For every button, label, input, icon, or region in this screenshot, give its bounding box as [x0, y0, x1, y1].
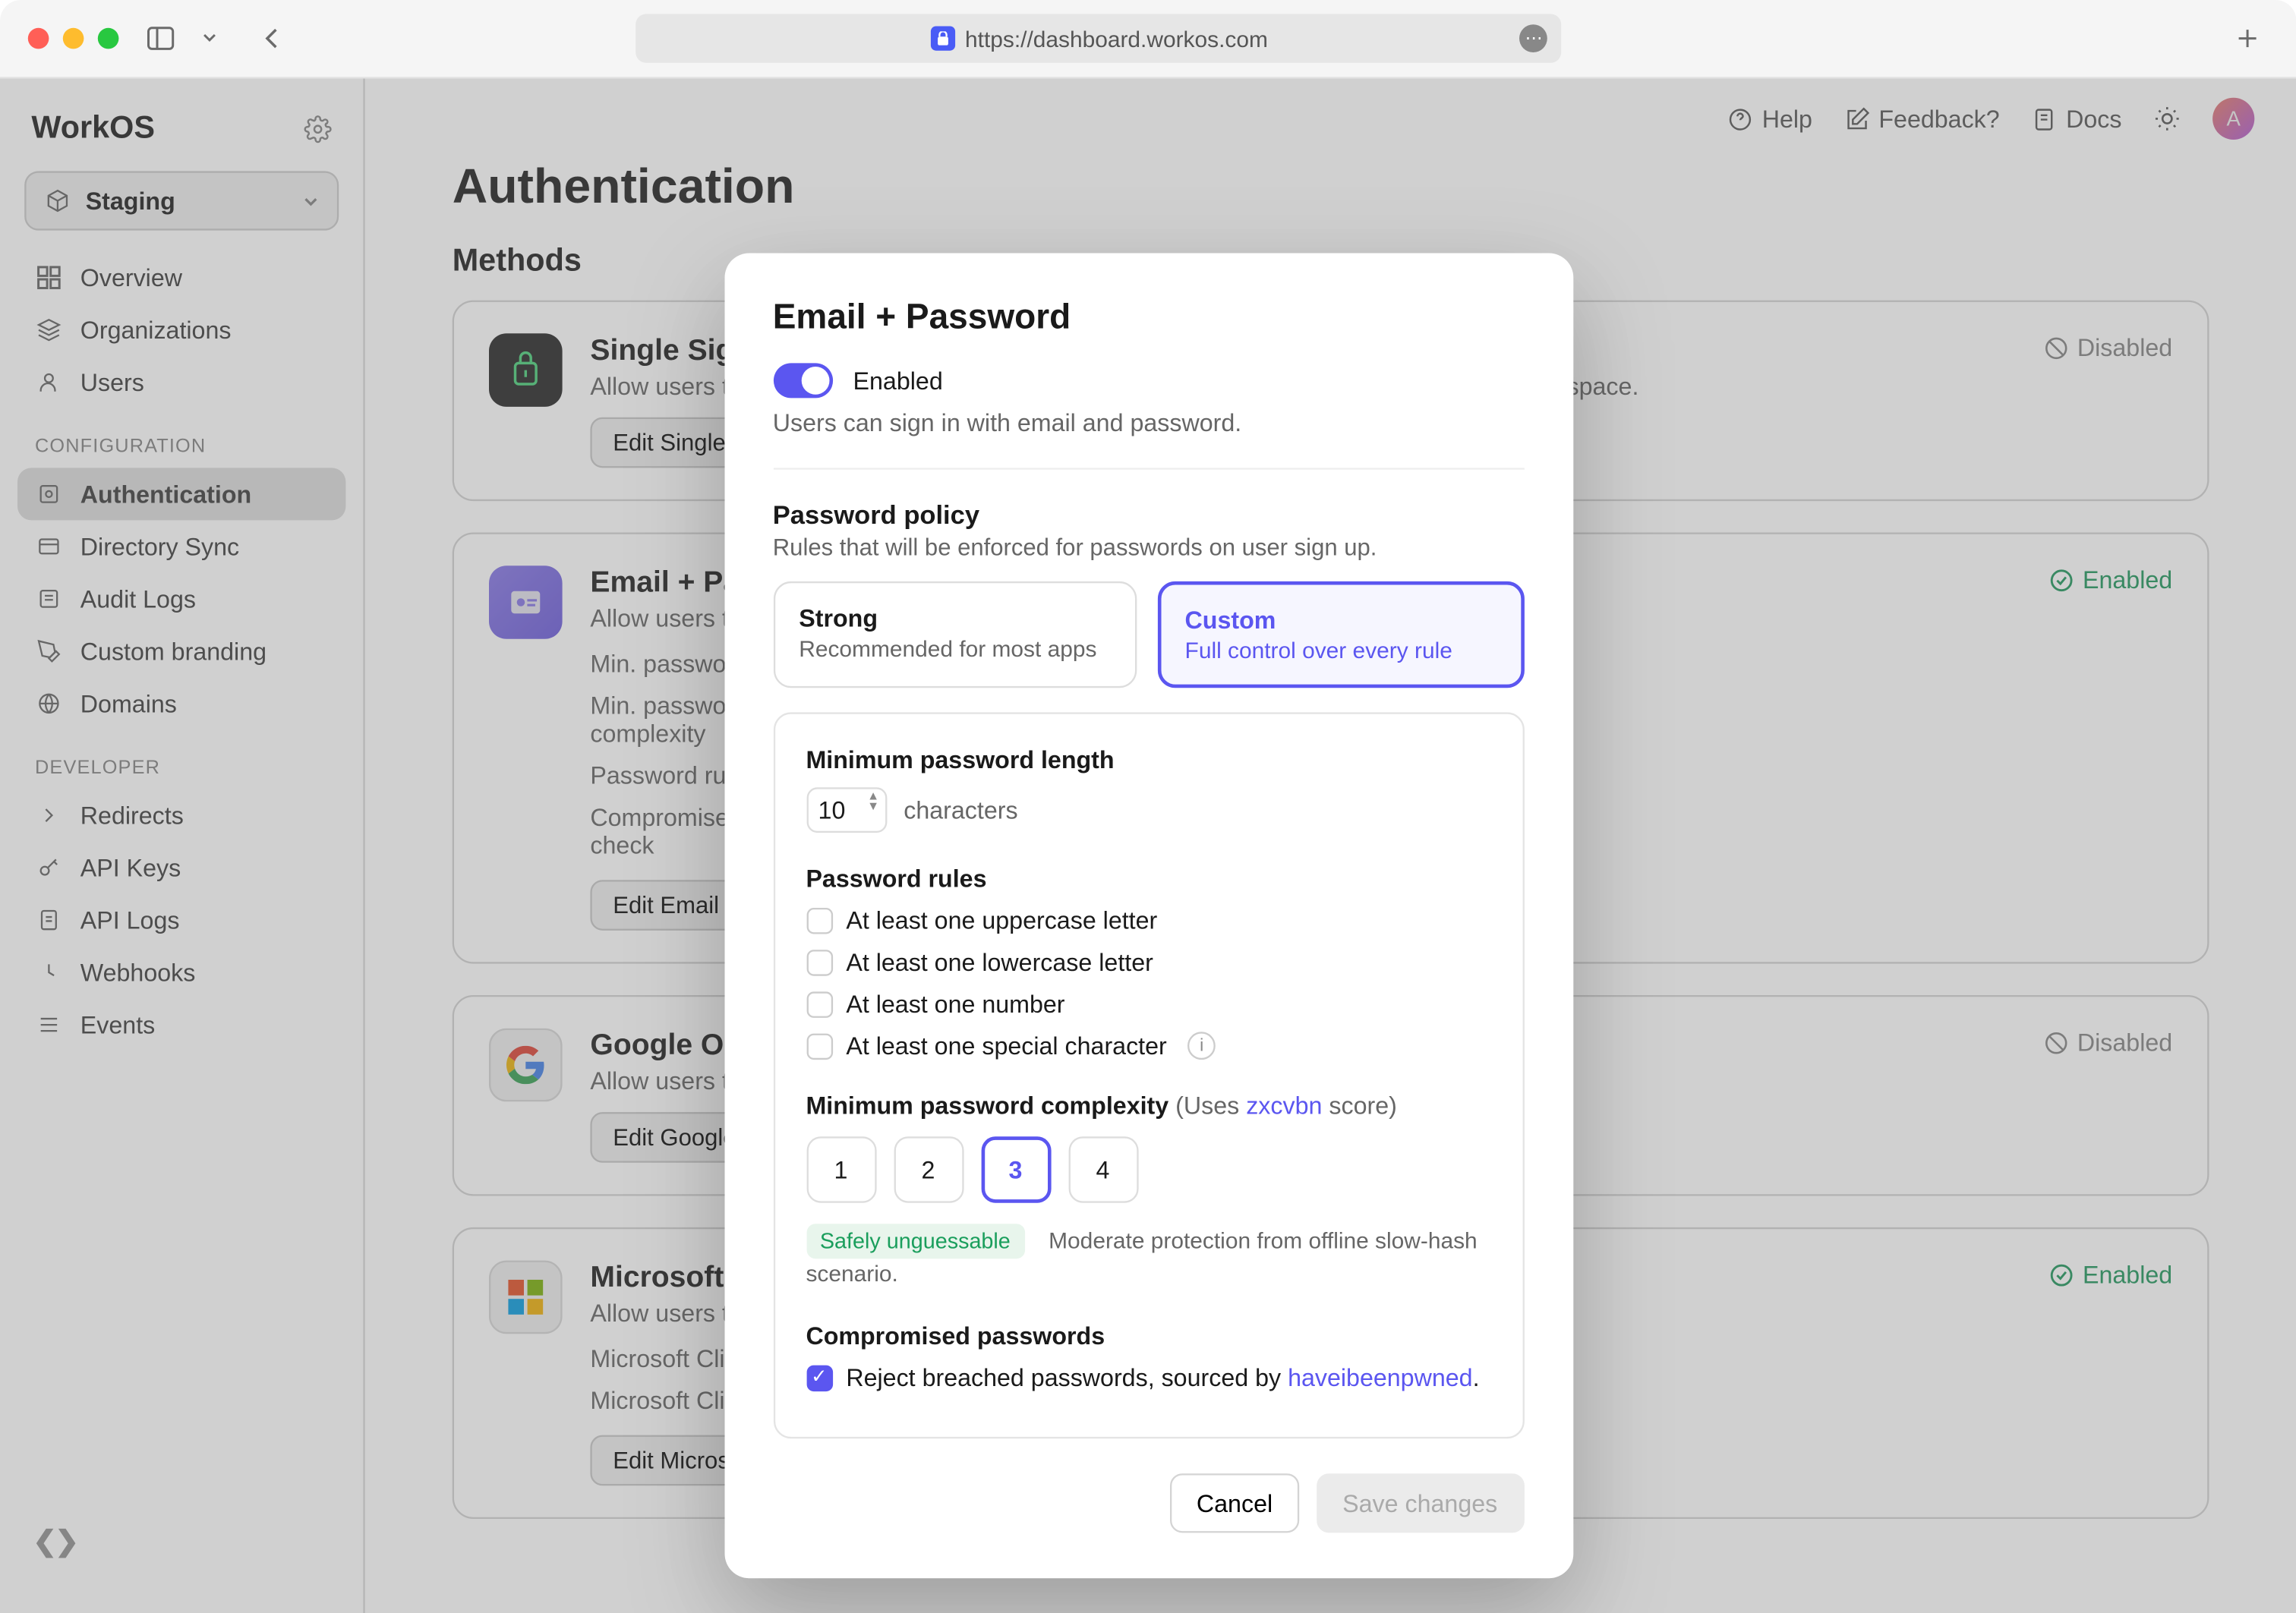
modal-email-password: Email + Password Enabled Users can sign …: [724, 254, 1572, 1579]
save-button[interactable]: Save changes: [1317, 1473, 1524, 1533]
enabled-toggle[interactable]: [773, 363, 832, 398]
cancel-button[interactable]: Cancel: [1170, 1473, 1298, 1533]
complexity-label: Minimum password complexity (Uses zxcvbn…: [806, 1092, 1490, 1120]
sidebar-toggle-icon[interactable]: [140, 17, 181, 59]
back-button[interactable]: [251, 17, 293, 59]
checkbox-icon[interactable]: [806, 949, 832, 975]
policy-option-strong[interactable]: Strong Recommended for most apps: [773, 581, 1136, 688]
complexity-4[interactable]: 4: [1068, 1136, 1137, 1202]
rule-lowercase[interactable]: At least one lowercase letter: [806, 948, 1490, 976]
complexity-3[interactable]: 3: [980, 1136, 1050, 1202]
compromised-label: Compromised passwords: [806, 1322, 1490, 1350]
quantity-stepper[interactable]: ▲▼: [867, 792, 879, 814]
min-length-unit: characters: [904, 796, 1017, 824]
modal-subtitle: Users can sign in with email and passwor…: [773, 408, 1524, 436]
browser-toolbar: https://dashboard.workos.com ⋯: [0, 0, 2296, 79]
chevron-down-icon[interactable]: [188, 17, 230, 59]
new-tab-button[interactable]: [2226, 17, 2268, 59]
zxcvbn-link[interactable]: zxcvbn: [1246, 1092, 1322, 1120]
lock-icon: [930, 27, 954, 51]
minimize-window-icon[interactable]: [63, 28, 84, 49]
haveibeenpwned-link[interactable]: haveibeenpwned: [1288, 1363, 1473, 1391]
policy-desc: Rules that will be enforced for password…: [773, 534, 1524, 561]
checkbox-icon[interactable]: [806, 1364, 832, 1391]
checkbox-icon[interactable]: [806, 907, 832, 934]
rule-special[interactable]: At least one special characteri: [806, 1032, 1490, 1060]
compromised-check[interactable]: Reject breached passwords, sourced by ha…: [806, 1363, 1490, 1391]
maximize-window-icon[interactable]: [98, 28, 119, 49]
complexity-1[interactable]: 1: [806, 1136, 875, 1202]
rule-number[interactable]: At least one number: [806, 990, 1490, 1018]
page-menu-icon[interactable]: ⋯: [1520, 24, 1548, 52]
checkbox-icon[interactable]: [806, 991, 832, 1017]
checkbox-icon[interactable]: [806, 1032, 832, 1059]
info-icon[interactable]: i: [1187, 1032, 1216, 1060]
address-bar[interactable]: https://dashboard.workos.com ⋯: [636, 14, 1562, 62]
rules-label: Password rules: [806, 865, 1490, 893]
policy-option-custom[interactable]: Custom Full control over every rule: [1157, 581, 1524, 688]
complexity-pill: Safely unguessable: [806, 1224, 1024, 1259]
url-text: https://dashboard.workos.com: [965, 25, 1268, 52]
close-window-icon[interactable]: [28, 28, 49, 49]
window-controls: [28, 28, 119, 49]
min-length-input[interactable]: 10 ▲▼: [806, 787, 886, 833]
policy-title: Password policy: [773, 501, 1524, 531]
modal-overlay[interactable]: Email + Password Enabled Users can sign …: [0, 79, 2296, 1613]
min-length-label: Minimum password length: [806, 745, 1490, 773]
complexity-2[interactable]: 2: [893, 1136, 963, 1202]
custom-policy-panel: Minimum password length 10 ▲▼ characters…: [773, 712, 1524, 1438]
modal-title: Email + Password: [773, 298, 1524, 339]
rule-uppercase[interactable]: At least one uppercase letter: [806, 906, 1490, 934]
enabled-label: Enabled: [853, 367, 943, 395]
